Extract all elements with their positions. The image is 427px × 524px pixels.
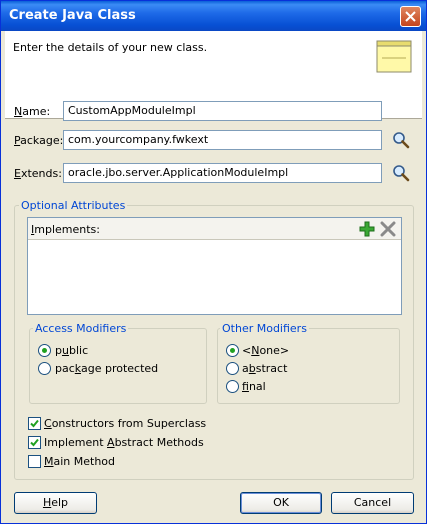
- help-button[interactable]: Help: [14, 492, 97, 514]
- title-bar[interactable]: Create Java Class: [1, 1, 426, 31]
- public-radio[interactable]: [38, 344, 51, 357]
- plus-icon: [359, 221, 375, 237]
- final-radio[interactable]: [226, 380, 239, 393]
- package-input[interactable]: com.yourcompany.fwkext: [63, 130, 382, 150]
- extends-label: Extends:: [14, 167, 62, 180]
- implements-label: Implements:: [31, 223, 100, 236]
- access-modifiers-title: Access Modifiers: [33, 322, 129, 335]
- implements-list[interactable]: Implements:: [27, 217, 402, 315]
- abstract-label[interactable]: abstract: [242, 362, 287, 375]
- checkmark-icon: [30, 419, 39, 428]
- abstract-radio[interactable]: [226, 362, 239, 375]
- remove-interface-button[interactable]: [380, 221, 396, 237]
- class-note-icon: [376, 40, 412, 73]
- ok-button[interactable]: OK: [240, 492, 322, 514]
- checkmark-icon: [30, 438, 39, 447]
- implement-abstract-checkbox[interactable]: [28, 436, 41, 449]
- none-label[interactable]: <None>: [242, 344, 289, 357]
- add-interface-button[interactable]: [359, 221, 375, 237]
- window-title: Create Java Class: [9, 8, 136, 23]
- main-method-checkbox[interactable]: [28, 455, 41, 468]
- close-icon: [405, 11, 416, 22]
- name-input[interactable]: CustomAppModuleImpl: [63, 101, 382, 121]
- implement-abstract-label[interactable]: Implement Abstract Methods: [44, 436, 204, 449]
- package-protected-label[interactable]: package protected: [55, 362, 158, 375]
- header-intro: Enter the details of your new class.: [13, 41, 208, 54]
- close-button[interactable]: [400, 6, 421, 27]
- magnifier-icon: [393, 165, 410, 182]
- constructors-checkbox[interactable]: [28, 417, 41, 430]
- delete-icon: [380, 221, 396, 237]
- package-protected-radio[interactable]: [38, 362, 51, 375]
- main-method-label[interactable]: Main Method: [44, 455, 115, 468]
- create-java-class-dialog: Create Java Class Enter the details of y…: [0, 0, 427, 524]
- other-modifiers-title: Other Modifiers: [220, 322, 309, 335]
- extends-input[interactable]: oracle.jbo.server.ApplicationModuleImpl: [63, 163, 382, 183]
- final-label[interactable]: final: [242, 380, 266, 393]
- none-radio[interactable]: [226, 344, 239, 357]
- constructors-label[interactable]: Constructors from Superclass: [44, 417, 206, 430]
- magnifier-icon: [393, 132, 410, 149]
- package-label: Package:: [14, 134, 64, 147]
- extends-browse-button[interactable]: [391, 163, 411, 183]
- name-label: Name:: [14, 105, 51, 118]
- public-label[interactable]: public: [55, 344, 88, 357]
- implements-header: Implements:: [28, 218, 401, 240]
- package-browse-button[interactable]: [391, 130, 411, 150]
- cancel-button[interactable]: Cancel: [331, 492, 414, 514]
- optional-attributes-title: Optional Attributes: [19, 199, 128, 212]
